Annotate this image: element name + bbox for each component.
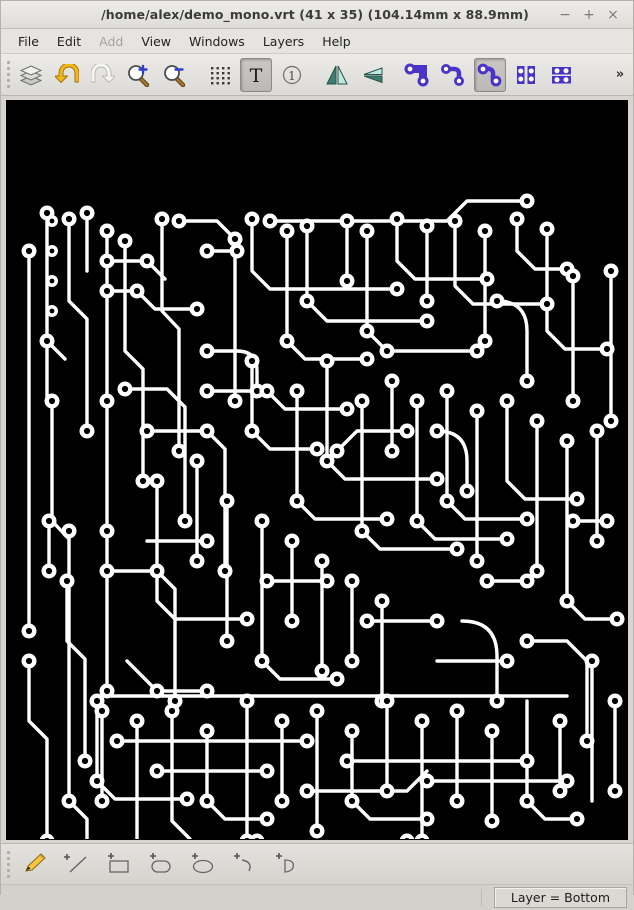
title-bar: /home/alex/demo_mono.vrt (41 x 35) (104.… — [1, 1, 633, 29]
application-window: /home/alex/demo_mono.vrt (41 x 35) (104.… — [0, 0, 634, 910]
menu-file[interactable]: File — [9, 32, 48, 51]
toolbar-grip[interactable] — [3, 54, 13, 95]
zoom-out-icon[interactable] — [159, 58, 191, 92]
menu-add: Add — [99, 33, 124, 49]
status-layer-indicator: Layer = Bottom — [493, 887, 627, 908]
trace-curve-icon[interactable] — [474, 57, 506, 92]
pie-tool-icon[interactable] — [267, 847, 305, 881]
menu-view[interactable]: View — [132, 32, 180, 51]
rounded-rectangle-tool-icon[interactable] — [141, 847, 179, 881]
mirror-horizontal-icon[interactable] — [357, 58, 389, 92]
drawing-toolbar-grip[interactable] — [3, 844, 13, 884]
toolbar-overflow-button[interactable]: » — [609, 54, 631, 95]
pencil-tool-icon[interactable] — [15, 847, 53, 881]
canvas-area — [1, 96, 633, 843]
status-divider — [480, 889, 494, 906]
window-controls: − + × — [553, 4, 633, 26]
redo-icon — [87, 58, 119, 92]
close-button[interactable]: × — [601, 4, 625, 26]
text-tool-icon[interactable]: T — [240, 57, 272, 92]
pcb-artwork — [7, 101, 627, 839]
status-bar: Layer = Bottom — [1, 884, 633, 910]
svg-text:1: 1 — [288, 69, 296, 83]
menu-bar: File Edit Add View Windows Layers Help — [1, 29, 633, 54]
grid-icon[interactable] — [204, 58, 236, 92]
trace-corner-icon[interactable] — [402, 58, 434, 92]
minimize-button[interactable]: − — [553, 4, 577, 26]
ellipse-tool-icon[interactable] — [183, 847, 221, 881]
line-tool-icon[interactable] — [57, 847, 95, 881]
main-toolbar: T 1 » — [1, 54, 633, 96]
rectangle-tool-icon[interactable] — [99, 847, 137, 881]
drawing-toolbar — [1, 843, 633, 884]
pad-array-horizontal-icon[interactable] — [546, 58, 578, 92]
layers-stack-icon[interactable] — [15, 58, 47, 92]
maximize-button[interactable]: + — [577, 4, 601, 26]
number-one-icon[interactable]: 1 — [276, 58, 308, 92]
window-title: /home/alex/demo_mono.vrt (41 x 35) (104.… — [101, 7, 529, 22]
menu-help[interactable]: Help — [313, 32, 360, 51]
svg-text:T: T — [250, 65, 263, 86]
mirror-vertical-icon[interactable] — [321, 58, 353, 92]
menu-edit[interactable]: Edit — [48, 32, 90, 51]
zoom-in-icon[interactable] — [123, 58, 155, 92]
menu-layers[interactable]: Layers — [254, 32, 313, 51]
trace-step-icon[interactable] — [438, 58, 470, 92]
pcb-canvas[interactable] — [6, 100, 628, 840]
undo-icon[interactable] — [51, 58, 83, 92]
menu-windows[interactable]: Windows — [180, 32, 254, 51]
arc-tool-icon[interactable] — [225, 847, 263, 881]
pad-array-vertical-icon[interactable] — [510, 58, 542, 92]
